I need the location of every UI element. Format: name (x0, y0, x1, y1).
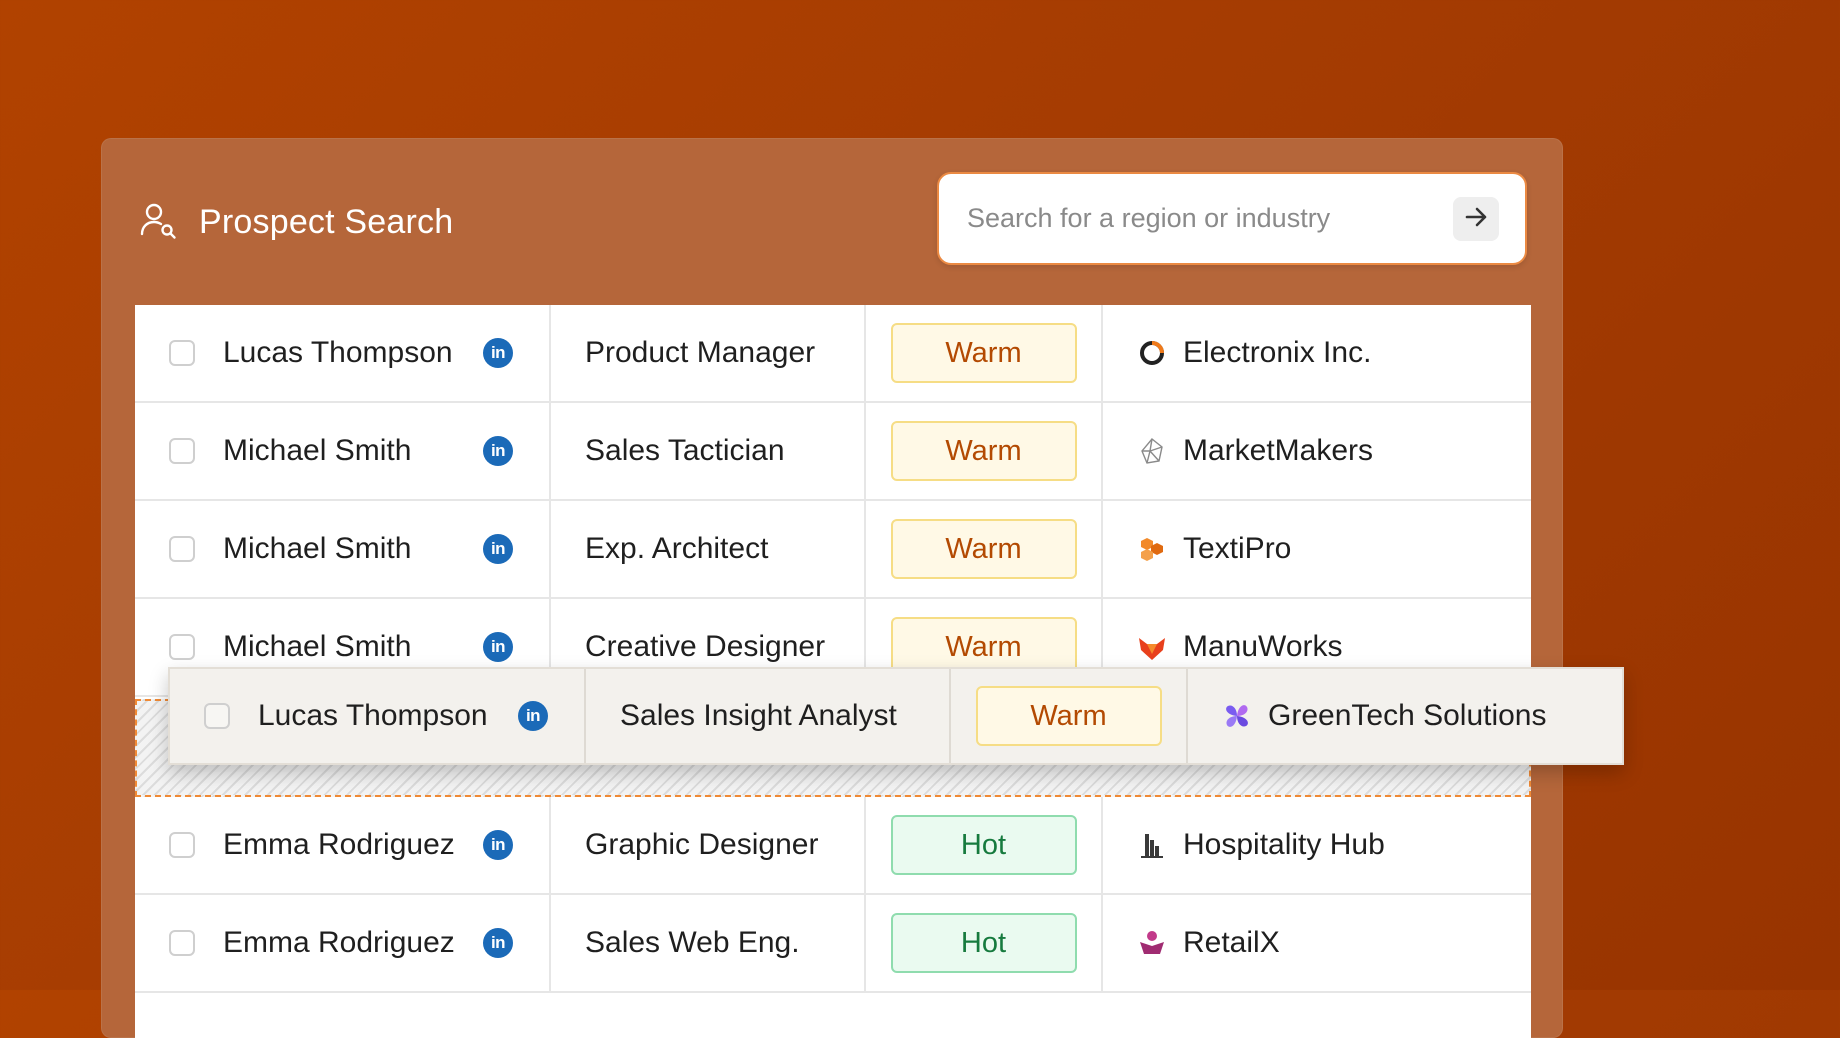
linkedin-icon[interactable]: in (483, 338, 513, 368)
prospect-name: Emma Rodriguez (223, 926, 455, 959)
table-row[interactable]: Lucas Thompson in Product Manager Warm E… (135, 305, 1531, 403)
arrow-right-icon (1463, 204, 1489, 233)
prospect-name: Michael Smith (223, 532, 412, 565)
dragging-row[interactable]: Lucas Thompson in Sales Insight Analyst … (168, 667, 1624, 765)
role-cell: Graphic Designer (551, 797, 866, 893)
search-input[interactable] (939, 173, 1453, 264)
status-cell: Warm (866, 501, 1103, 597)
prospect-role: Product Manager (585, 336, 816, 369)
prospect-role: Sales Web Eng. (585, 926, 800, 959)
company-cell: GreenTech Solutions (1188, 669, 1626, 763)
role-cell: Product Manager (551, 305, 866, 401)
prospect-role: Graphic Designer (585, 828, 819, 861)
table-row[interactable]: Emma Rodriguez in Sales Web Eng. Hot Ret… (135, 895, 1531, 993)
row-checkbox[interactable] (169, 634, 195, 660)
status-badge: Warm (890, 421, 1077, 481)
table-row[interactable]: Michael Smith in Sales Tactician Warm Ma… (135, 403, 1531, 501)
role-cell: Sales Tactician (551, 403, 866, 499)
building-logo-icon (1137, 830, 1167, 860)
row-checkbox[interactable] (169, 536, 195, 562)
row-checkbox[interactable] (169, 340, 195, 366)
page-title: Prospect Search (199, 203, 454, 241)
prospect-name: Lucas Thompson (223, 336, 453, 369)
ring-logo-icon (1137, 338, 1167, 368)
role-cell: Sales Insight Analyst (586, 669, 951, 763)
status-badge: Hot (890, 913, 1077, 973)
status-badge: Warm (975, 686, 1162, 746)
table-row[interactable]: Emma Rodriguez in Graphic Designer Hot H… (135, 797, 1531, 895)
company-cell: Electronix Inc. (1103, 305, 1531, 401)
prospect-role: Creative Designer (585, 630, 826, 663)
linkedin-icon[interactable]: in (483, 436, 513, 466)
name-cell: Lucas Thompson in (135, 305, 551, 401)
prospect-name: Lucas Thompson (258, 699, 488, 732)
status-cell: Warm (866, 403, 1103, 499)
prospect-role: Sales Tactician (585, 434, 785, 467)
panel-header: Prospect Search (139, 200, 453, 245)
linkedin-icon[interactable]: in (483, 928, 513, 958)
prospect-role: Exp. Architect (585, 532, 769, 565)
row-checkbox[interactable] (204, 703, 230, 729)
status-badge: Hot (890, 815, 1077, 875)
name-cell: Michael Smith in (135, 403, 551, 499)
user-search-icon (139, 200, 179, 245)
company-cell: TextiPro (1103, 501, 1531, 597)
linkedin-icon[interactable]: in (483, 632, 513, 662)
row-checkbox[interactable] (169, 438, 195, 464)
company-name: RetailX (1183, 926, 1280, 959)
prospect-search-panel: Prospect Search Lucas Thompson in Produc… (101, 138, 1563, 1038)
name-cell: Emma Rodriguez in (135, 895, 551, 991)
name-cell: Lucas Thompson in (170, 669, 586, 763)
prospect-name: Emma Rodriguez (223, 828, 455, 861)
prospect-name: Michael Smith (223, 630, 412, 663)
row-checkbox[interactable] (169, 832, 195, 858)
status-cell: Hot (866, 797, 1103, 893)
table-row[interactable]: Michael Smith in Exp. Architect Warm Tex… (135, 501, 1531, 599)
company-cell: Hospitality Hub (1103, 797, 1531, 893)
person-logo-icon (1137, 928, 1167, 958)
hexagons-logo-icon (1137, 534, 1167, 564)
status-cell: Hot (866, 895, 1103, 991)
prospect-name: Michael Smith (223, 434, 412, 467)
fox-logo-icon (1137, 632, 1167, 662)
company-cell: MarketMakers (1103, 403, 1531, 499)
name-cell: Emma Rodriguez in (135, 797, 551, 893)
row-checkbox[interactable] (169, 930, 195, 956)
company-name: Hospitality Hub (1183, 828, 1385, 861)
company-name: TextiPro (1183, 532, 1292, 565)
name-cell: Michael Smith in (135, 501, 551, 597)
status-cell: Warm (951, 669, 1188, 763)
linkedin-icon[interactable]: in (483, 830, 513, 860)
search-box (937, 172, 1527, 265)
prospect-role: Sales Insight Analyst (620, 699, 897, 732)
company-name: ManuWorks (1183, 630, 1343, 663)
status-badge: Warm (890, 519, 1077, 579)
status-badge: Warm (890, 323, 1077, 383)
company-name: Electronix Inc. (1183, 336, 1372, 369)
pinwheel-logo-icon (1222, 701, 1252, 731)
status-cell: Warm (866, 305, 1103, 401)
polygon-logo-icon (1137, 436, 1167, 466)
linkedin-icon[interactable]: in (483, 534, 513, 564)
role-cell: Sales Web Eng. (551, 895, 866, 991)
company-name: MarketMakers (1183, 434, 1374, 467)
linkedin-icon[interactable]: in (518, 701, 548, 731)
role-cell: Exp. Architect (551, 501, 866, 597)
company-cell: RetailX (1103, 895, 1531, 991)
search-submit-button[interactable] (1453, 196, 1499, 241)
company-name: GreenTech Solutions (1268, 699, 1547, 732)
